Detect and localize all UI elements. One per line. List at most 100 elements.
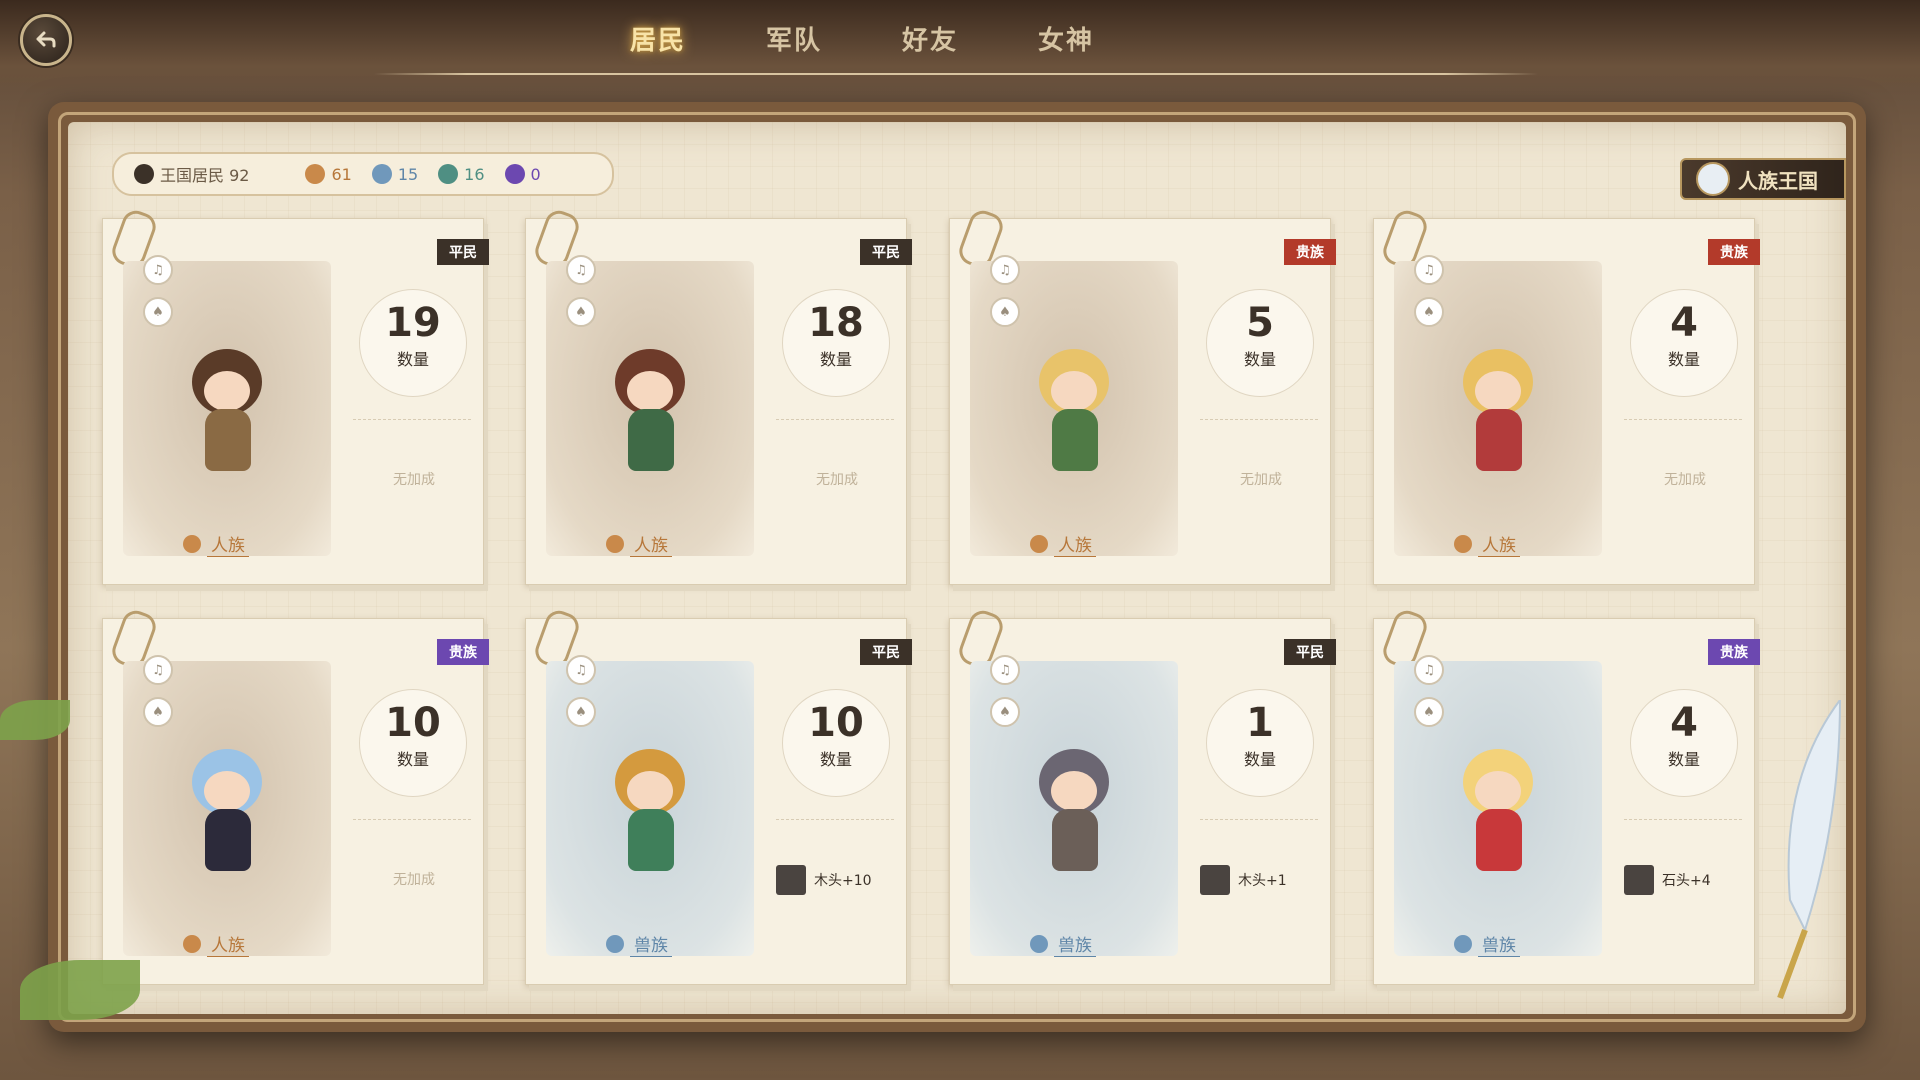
card-divider: [1624, 419, 1742, 420]
outfit-icon[interactable]: ♠: [143, 697, 173, 727]
outfit-icon[interactable]: ♠: [1414, 297, 1444, 327]
card-divider: [1200, 419, 1318, 420]
human-race-icon: [305, 164, 326, 184]
voice-icon[interactable]: ♫: [566, 255, 596, 285]
count-label: 数量: [396, 750, 429, 769]
tab-divider: [374, 73, 1538, 75]
card-divider: [776, 819, 894, 820]
race-name: 兽族: [1054, 931, 1096, 957]
outfit-icon[interactable]: ♠: [143, 297, 173, 327]
resident-card[interactable]: 贵族 ♫ ♠ 人族 10 数量 无加成: [102, 606, 489, 985]
resident-count: 4: [1670, 700, 1698, 746]
resource-bonus-text: 木头+1: [1238, 873, 1287, 889]
outfit-icon[interactable]: ♠: [566, 697, 596, 727]
race-label: 人族: [183, 531, 249, 557]
voice-icon[interactable]: ♫: [990, 655, 1020, 685]
race-name: 兽族: [630, 931, 672, 957]
count-circle: 1 数量: [1206, 689, 1314, 797]
bonus-text: 无加成: [1240, 472, 1282, 488]
rank-tag: 平民: [860, 639, 912, 665]
character-sprite: [590, 749, 710, 879]
tab-residents[interactable]: 居民: [620, 18, 696, 59]
race-label: 人族: [606, 531, 672, 557]
resident-card[interactable]: 平民 ♫ ♠ 兽族 10 数量 木头+10: [525, 606, 912, 985]
voice-icon[interactable]: ♫: [1414, 255, 1444, 285]
green-race-icon: [438, 164, 459, 184]
rank-tag: 贵族: [1708, 239, 1760, 265]
outfit-icon[interactable]: ♠: [990, 697, 1020, 727]
human-race-icon: [183, 935, 201, 953]
stone-resource-icon: [1624, 865, 1654, 895]
resource-bonus: 石头+4: [1624, 865, 1738, 895]
voice-icon[interactable]: ♫: [566, 655, 596, 685]
card-divider: [1624, 819, 1742, 820]
count-circle: 19 数量: [359, 289, 467, 397]
resident-card[interactable]: 平民 ♫ ♠ 人族 18 数量 无加成: [525, 206, 912, 585]
resident-count: 1: [1246, 700, 1274, 746]
voice-icon[interactable]: ♫: [990, 255, 1020, 285]
race-name: 人族: [630, 531, 672, 557]
count-label: 数量: [1667, 750, 1700, 769]
count-circle: 18 数量: [782, 289, 890, 397]
character-sprite: [1438, 349, 1558, 479]
resident-card[interactable]: 平民 ♫ ♠ 兽族 1 数量 木头+1: [949, 606, 1336, 985]
quill-feather-icon: [1760, 696, 1850, 1000]
purple-count: 0: [530, 164, 541, 184]
resource-bonus: 木头+1: [1200, 865, 1314, 895]
count-circle: 4 数量: [1630, 689, 1738, 797]
card-divider: [353, 819, 471, 820]
voice-icon[interactable]: ♫: [143, 255, 173, 285]
race-label: 兽族: [1030, 931, 1096, 957]
resident-count: 19: [385, 300, 441, 346]
count-label: 数量: [819, 750, 852, 769]
race-name: 人族: [207, 931, 249, 957]
human-race-icon: [1454, 535, 1472, 553]
character-sprite: [167, 349, 287, 479]
rank-tag: 平民: [860, 239, 912, 265]
count-circle: 4 数量: [1630, 289, 1738, 397]
count-label: 数量: [1243, 750, 1276, 769]
resident-card[interactable]: 贵族 ♫ ♠ 兽族 4 数量 石头+4: [1373, 606, 1760, 985]
tab-bar: 居民 军队 好友 女神: [620, 18, 1104, 59]
outfit-icon[interactable]: ♠: [1414, 697, 1444, 727]
count-circle: 5 数量: [1206, 289, 1314, 397]
human-race-icon: [606, 535, 624, 553]
card-divider: [1200, 819, 1318, 820]
outfit-icon[interactable]: ♠: [990, 297, 1020, 327]
card-divider: [776, 419, 894, 420]
resource-bonus-text: 石头+4: [1662, 873, 1711, 889]
kingdom-badge[interactable]: 人族王国: [1680, 158, 1846, 200]
wood-resource-icon: [776, 865, 806, 895]
resident-count: 5: [1246, 300, 1274, 346]
kingdom-name: 人族王国: [1738, 168, 1818, 193]
voice-icon[interactable]: ♫: [1414, 655, 1444, 685]
back-button[interactable]: [20, 14, 72, 66]
bonus-text: 无加成: [816, 472, 858, 488]
race-name: 人族: [207, 531, 249, 557]
resident-card[interactable]: 贵族 ♫ ♠ 人族 4 数量 无加成: [1373, 206, 1760, 585]
rank-tag: 平民: [1284, 639, 1336, 665]
kingdom-icon: [134, 164, 154, 184]
tab-goddess[interactable]: 女神: [1028, 18, 1104, 59]
race-label: 人族: [183, 931, 249, 957]
count-circle: 10 数量: [359, 689, 467, 797]
bonus-text: 无加成: [393, 472, 435, 488]
leaf-decoration-bottom: [20, 960, 140, 1020]
resident-count: 10: [385, 700, 441, 746]
bonus-text: 无加成: [393, 872, 435, 888]
character-sprite: [1014, 349, 1134, 479]
count-label: 数量: [1667, 350, 1700, 369]
race-label: 人族: [1454, 531, 1520, 557]
tab-friends[interactable]: 好友: [892, 18, 968, 59]
outfit-icon[interactable]: ♠: [566, 297, 596, 327]
voice-icon[interactable]: ♫: [143, 655, 173, 685]
tab-army[interactable]: 军队: [756, 18, 832, 59]
count-label: 数量: [819, 350, 852, 369]
resident-card[interactable]: 平民 ♫ ♠ 人族 19 数量 无加成: [102, 206, 489, 585]
rank-tag: 贵族: [1284, 239, 1336, 265]
human-race-icon: [1030, 535, 1048, 553]
beast-race-icon: [606, 935, 624, 953]
resident-card[interactable]: 贵族 ♫ ♠ 人族 5 数量 无加成: [949, 206, 1336, 585]
human-race-icon: [183, 535, 201, 553]
beast-race-icon: [1030, 935, 1048, 953]
